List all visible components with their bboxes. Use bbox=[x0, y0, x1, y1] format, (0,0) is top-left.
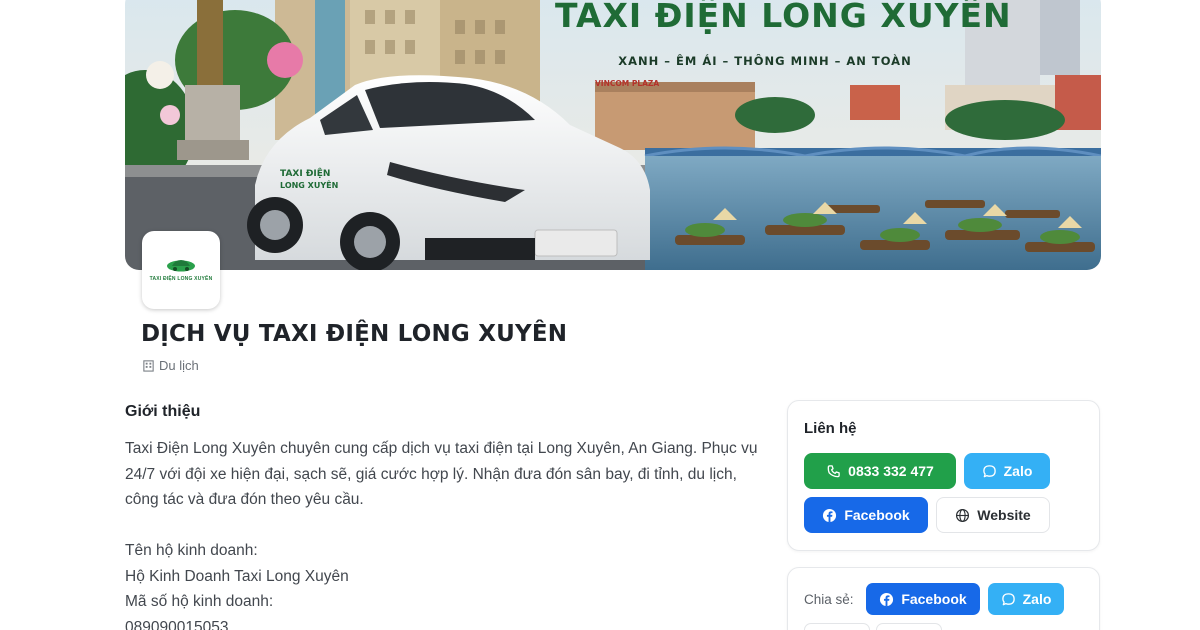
chat-bubble-icon bbox=[1001, 592, 1015, 605]
zalo-button[interactable]: Zalo bbox=[964, 453, 1050, 489]
intro-heading: Giới thiệu bbox=[125, 403, 201, 420]
contact-card: Liên hệ 0833 332 477 Zalo Facebook Websi… bbox=[787, 400, 1100, 551]
cover-headline: TAXI ĐIỆN LONG XUYÊN bbox=[555, 0, 1012, 35]
svg-text:TAXI ĐIỆN: TAXI ĐIỆN bbox=[280, 168, 330, 179]
business-logo: TAXI ĐIỆN LONG XUYÊN bbox=[142, 231, 220, 309]
chat-bubble-icon bbox=[982, 464, 996, 477]
phone-number: 0833 332 477 bbox=[848, 463, 934, 479]
share-label: Chia sẻ: bbox=[804, 592, 854, 607]
facebook-icon bbox=[880, 592, 894, 606]
intro-description: Taxi Điện Long Xuyên chuyên cung cấp dịc… bbox=[125, 440, 758, 508]
facebook-icon bbox=[823, 508, 837, 522]
globe-icon bbox=[956, 508, 970, 522]
category-badge: Du lịch bbox=[142, 358, 199, 373]
share-card: Chia sẻ: Facebook Zalo bbox=[787, 567, 1100, 630]
phone-icon bbox=[827, 464, 840, 477]
website-label: Website bbox=[977, 507, 1031, 523]
website-button[interactable]: Website bbox=[936, 497, 1050, 533]
car-logo-icon bbox=[167, 260, 195, 272]
cover-tagline: XANH – ÊM ÁI – THÔNG MINH – AN TOÀN bbox=[618, 54, 912, 68]
page-title: DỊCH VỤ TAXI ĐIỆN LONG XUYÊN bbox=[141, 321, 568, 347]
owner-value: Hộ Kinh Doanh Taxi Long Xuyên bbox=[125, 567, 349, 585]
zalo-label: Zalo bbox=[1003, 463, 1033, 479]
share-extra-button[interactable] bbox=[876, 623, 942, 630]
cover-illustration: TAXI ĐIỆN LONG XUYÊN VINCOM PLAZA bbox=[125, 0, 1101, 270]
facebook-button[interactable]: Facebook bbox=[804, 497, 928, 533]
business-info: Tên hộ kinh doanh: Hộ Kinh Doanh Taxi Lo… bbox=[125, 538, 349, 630]
share-zalo-button[interactable]: Zalo bbox=[988, 583, 1064, 615]
share-facebook-button[interactable]: Facebook bbox=[866, 583, 980, 615]
share-zalo-label: Zalo bbox=[1022, 591, 1052, 607]
contact-heading: Liên hệ bbox=[804, 420, 857, 437]
share-extra-button[interactable] bbox=[804, 623, 870, 630]
category-label: Du lịch bbox=[159, 358, 199, 373]
tax-label: Mã số hộ kinh doanh: bbox=[125, 593, 274, 610]
logo-text: TAXI ĐIỆN LONG XUYÊN bbox=[149, 276, 213, 282]
svg-text:LONG XUYÊN: LONG XUYÊN bbox=[280, 179, 338, 190]
share-facebook-label: Facebook bbox=[901, 591, 967, 607]
tax-value: 089090015053 bbox=[125, 618, 229, 630]
cover-banner: TAXI ĐIỆN LONG XUYÊN VINCOM PLAZA TAXI Đ… bbox=[125, 0, 1101, 270]
owner-label: Tên hộ kinh doanh: bbox=[125, 542, 258, 559]
plaza-sign: VINCOM PLAZA bbox=[595, 79, 659, 88]
facebook-label: Facebook bbox=[844, 507, 910, 523]
building-icon bbox=[143, 360, 154, 372]
phone-button[interactable]: 0833 332 477 bbox=[804, 453, 956, 489]
